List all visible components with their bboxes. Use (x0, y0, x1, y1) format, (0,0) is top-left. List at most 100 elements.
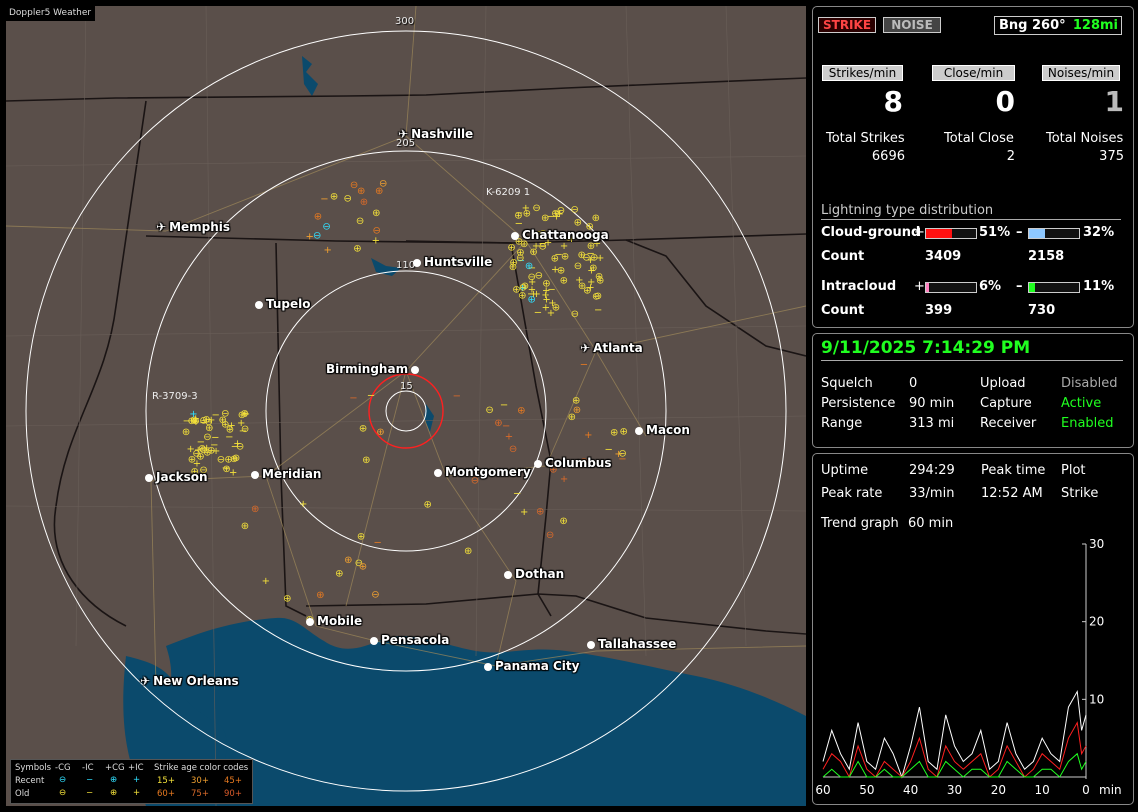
airport-icon: ✈ (580, 341, 591, 355)
strike-marker: ⊕ (251, 504, 259, 515)
strike-marker: ⊕ (182, 427, 190, 438)
city-dot-icon (504, 571, 512, 579)
city-columbus: Columbus (534, 456, 612, 470)
strike-indicator[interactable]: STRIKE (818, 17, 876, 33)
strike-marker: ⊖ (344, 194, 352, 205)
strike-marker: ⊕ (423, 499, 431, 510)
noises-per-min-value: 1 (1104, 85, 1124, 118)
strike-marker: ⊖ (322, 221, 330, 232)
strike-marker: − (500, 400, 508, 411)
capture-value: Active (1061, 396, 1102, 411)
strike-marker: ⊕ (238, 410, 246, 421)
lightning-map[interactable]: + + + + ⊕ + + − ⊖ + + − + ⊖ ⊕ − ⊖ ⊕ ⊕ + ⊕ ⊕ ⊕ ⊕ ⊕ ⊕ + − − ⊕ ⊕ ⊕ − ⊕ − ⊕ − + + ⊕… (6, 6, 806, 806)
strike-marker: ⊖ (570, 204, 578, 215)
strike-marker: ⊕ (362, 455, 370, 466)
strike-marker: + (324, 245, 332, 256)
peak-time-label: Peak time (981, 463, 1046, 478)
strike-marker: ⊖ (546, 530, 554, 541)
close-per-min-button[interactable]: Close/min (932, 65, 1015, 81)
strike-marker: ⊕ (241, 521, 249, 532)
strike-marker: ⊕ (226, 425, 234, 436)
strike-marker: + (520, 507, 528, 518)
plot-label: Plot (1061, 463, 1086, 478)
ic-neg-count: 730 (1028, 303, 1056, 318)
strike-marker: + (541, 290, 549, 301)
strike-marker: ⊕ (330, 192, 338, 203)
strike-marker: ⊖ (379, 179, 387, 190)
cg-neg-sign: – (1016, 225, 1023, 240)
range-label-300: 300 (395, 16, 415, 27)
uptime-label: Uptime (821, 463, 869, 478)
city-dot-icon (145, 474, 153, 482)
airport-icon: ✈ (398, 127, 409, 141)
gulf-water (156, 617, 806, 806)
total-noises-value: 375 (1099, 149, 1124, 164)
strike-marker: ⊖ (571, 309, 579, 320)
ic-label: Intracloud (821, 279, 897, 294)
distribution-divider (821, 219, 1121, 220)
ic-neg-pct: 11% (1083, 279, 1115, 294)
strike-marker: − (453, 391, 461, 402)
strike-marker: ⊕ (541, 213, 549, 224)
strike-marker: ⊕ (517, 405, 525, 416)
trend-graph-label: Trend graph (821, 516, 899, 531)
peak-rate-value: 33/min (909, 486, 955, 501)
trend-graph-value: 60 min (908, 516, 954, 531)
city-new-orleans: ✈ New Orleans (140, 674, 239, 688)
strike-marker: ⊕ (572, 396, 580, 407)
city-dot-icon (370, 637, 378, 645)
city-mobile: Mobile (306, 614, 362, 628)
strike-marker: ⊖ (574, 261, 582, 272)
storm-label-r: R-3709-3 (152, 391, 198, 402)
total-strikes-label: Total Strikes (826, 131, 905, 146)
strike-marker: − (502, 421, 510, 432)
noise-indicator[interactable]: NOISE (883, 17, 941, 33)
x-tick-label: 10 (1035, 783, 1050, 797)
total-close-label: Total Close (944, 131, 1014, 146)
strikes-per-min-button[interactable]: Strikes/min (822, 65, 903, 81)
cg-pos-sign: + (914, 225, 925, 240)
peak-time-value: 12:52 AM (981, 486, 1043, 501)
strike-marker: ⊕ (316, 590, 324, 601)
strike-marker: ⊕ (283, 593, 291, 604)
city-meridian: Meridian (251, 467, 321, 481)
airport-icon: ✈ (140, 674, 151, 688)
cg-neg-recent-icon: ⊖ (59, 775, 67, 785)
ic-neg-recent-icon: − (86, 775, 94, 785)
ic-pos-sign: + (914, 279, 925, 294)
strike-marker: + (584, 430, 592, 441)
strike-marker: ⊕ (592, 213, 600, 224)
strike-marker: − (349, 393, 357, 404)
strike-marker: ⊕ (590, 252, 598, 263)
strike-marker: ⊖ (199, 445, 207, 456)
strike-marker: ⊕ (314, 211, 322, 222)
strike-marker: ⊕ (560, 276, 568, 287)
x-tick-label: 20 (991, 783, 1006, 797)
noises-per-min-button[interactable]: Noises/min (1042, 65, 1120, 81)
strike-marker: ⊕ (559, 516, 567, 527)
strike-marker: − (594, 305, 602, 316)
strike-marker: ⊖ (371, 590, 379, 601)
strike-marker: − (605, 445, 613, 456)
strike-marker: ⊕ (587, 241, 595, 252)
x-tick-label: 0 (1082, 783, 1090, 797)
strike-marker: ⊕ (551, 253, 559, 264)
trend-chart: 30 20 10 60 50 40 30 20 10 0 min (815, 537, 1121, 797)
ic-pos-recent-icon: + (133, 775, 141, 785)
strikes-per-min-value: 8 (883, 85, 903, 118)
y-tick-label: 10 (1089, 692, 1104, 706)
city-dot-icon (434, 469, 442, 477)
strike-marker: ⊕ (610, 427, 618, 438)
cg-pos-count: 3409 (925, 249, 962, 264)
strike-marker: ⊕ (360, 197, 368, 208)
strike-marker: + (207, 415, 215, 426)
x-tick-label: 40 (903, 783, 918, 797)
city-dot-icon (413, 259, 421, 267)
map-base: ++++⊕++−⊖++−+⊖⊕−⊖⊕⊕+⊕⊕⊕⊕⊕⊕+−−⊕⊕⊕−⊕−⊕−+ +⊕… (6, 6, 806, 806)
peak-rate-label: Peak rate (821, 486, 883, 501)
strike-marker: ⊕ (595, 271, 603, 282)
city-chattanooga: Chattanooga (511, 228, 609, 242)
strike-marker: ⊕ (372, 208, 380, 219)
strike-marker: ⊕ (536, 506, 544, 517)
strike-marker: ⊕ (509, 258, 517, 269)
